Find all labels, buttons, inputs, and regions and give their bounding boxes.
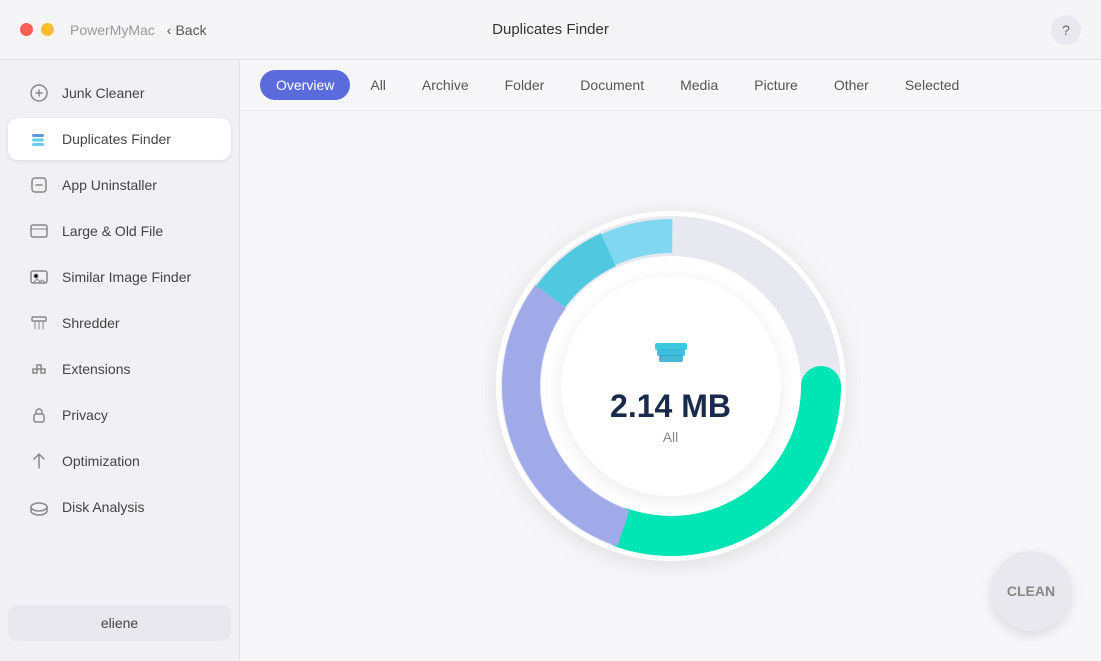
sidebar-label-similar-image-finder: Similar Image Finder [62,269,191,285]
donut-chart: 2.14 MB All [481,196,861,576]
sidebar-item-app-uninstaller[interactable]: App Uninstaller [8,164,231,206]
sidebar-label-duplicates-finder: Duplicates Finder [62,131,171,147]
sidebar-label-junk-cleaner: Junk Cleaner [62,85,145,101]
sidebar-bottom: eliene [0,595,239,651]
donut-size: 2.14 MB [610,388,731,425]
tab-all[interactable]: All [354,70,402,100]
back-button[interactable]: ‹ Back [167,22,207,38]
sidebar-item-similar-image-finder[interactable]: Similar Image Finder [8,256,231,298]
sidebar-label-large-old-file: Large & Old File [62,223,163,239]
tab-document[interactable]: Document [564,70,660,100]
sidebar-item-large-old-file[interactable]: Large & Old File [8,210,231,252]
layers-icon [647,327,695,380]
main-layout: Junk Cleaner Duplicates Finder App Unins… [0,60,1101,661]
tab-folder[interactable]: Folder [489,70,561,100]
privacy-icon [28,404,50,426]
sidebar-item-junk-cleaner[interactable]: Junk Cleaner [8,72,231,114]
help-button[interactable]: ? [1051,15,1081,45]
traffic-lights [20,23,54,36]
app-name: PowerMyMac [70,22,155,38]
sidebar-label-app-uninstaller: App Uninstaller [62,177,157,193]
sidebar-item-extensions[interactable]: Extensions [8,348,231,390]
extensions-icon [28,358,50,380]
donut-category: All [663,429,679,445]
back-chevron-icon: ‹ [167,22,172,38]
sidebar-label-optimization: Optimization [62,453,140,469]
sidebar-label-extensions: Extensions [62,361,130,377]
large-old-file-icon [28,220,50,242]
titlebar: PowerMyMac ‹ Back Duplicates Finder ? [0,0,1101,60]
tab-selected[interactable]: Selected [889,70,975,100]
sidebar-label-shredder: Shredder [62,315,120,331]
back-label: Back [175,22,206,38]
donut-center: 2.14 MB All [561,276,781,496]
page-title: Duplicates Finder [492,21,609,38]
tab-archive[interactable]: Archive [406,70,485,100]
tab-other[interactable]: Other [818,70,885,100]
shredder-icon [28,312,50,334]
similar-image-finder-icon [28,266,50,288]
sidebar: Junk Cleaner Duplicates Finder App Unins… [0,60,240,661]
disk-analysis-icon [28,496,50,518]
sidebar-item-shredder[interactable]: Shredder [8,302,231,344]
sidebar-item-duplicates-finder[interactable]: Duplicates Finder [8,118,231,160]
sidebar-item-privacy[interactable]: Privacy [8,394,231,436]
tab-media[interactable]: Media [664,70,734,100]
sidebar-label-disk-analysis: Disk Analysis [62,499,144,515]
clean-button[interactable]: CLEAN [991,551,1071,631]
app-uninstaller-icon [28,174,50,196]
tabbar: Overview All Archive Folder Document Med… [240,60,1101,111]
user-button[interactable]: eliene [8,605,231,641]
sidebar-item-optimization[interactable]: Optimization [8,440,231,482]
content-area: Overview All Archive Folder Document Med… [240,60,1101,661]
duplicates-finder-icon [28,128,50,150]
sidebar-item-disk-analysis[interactable]: Disk Analysis [8,486,231,528]
tab-overview[interactable]: Overview [260,70,350,100]
overview-area: 2.14 MB All CLEAN [240,111,1101,661]
close-button[interactable] [20,23,33,36]
junk-cleaner-icon [28,82,50,104]
minimize-button[interactable] [41,23,54,36]
optimization-icon [28,450,50,472]
tab-picture[interactable]: Picture [738,70,814,100]
sidebar-label-privacy: Privacy [62,407,108,423]
